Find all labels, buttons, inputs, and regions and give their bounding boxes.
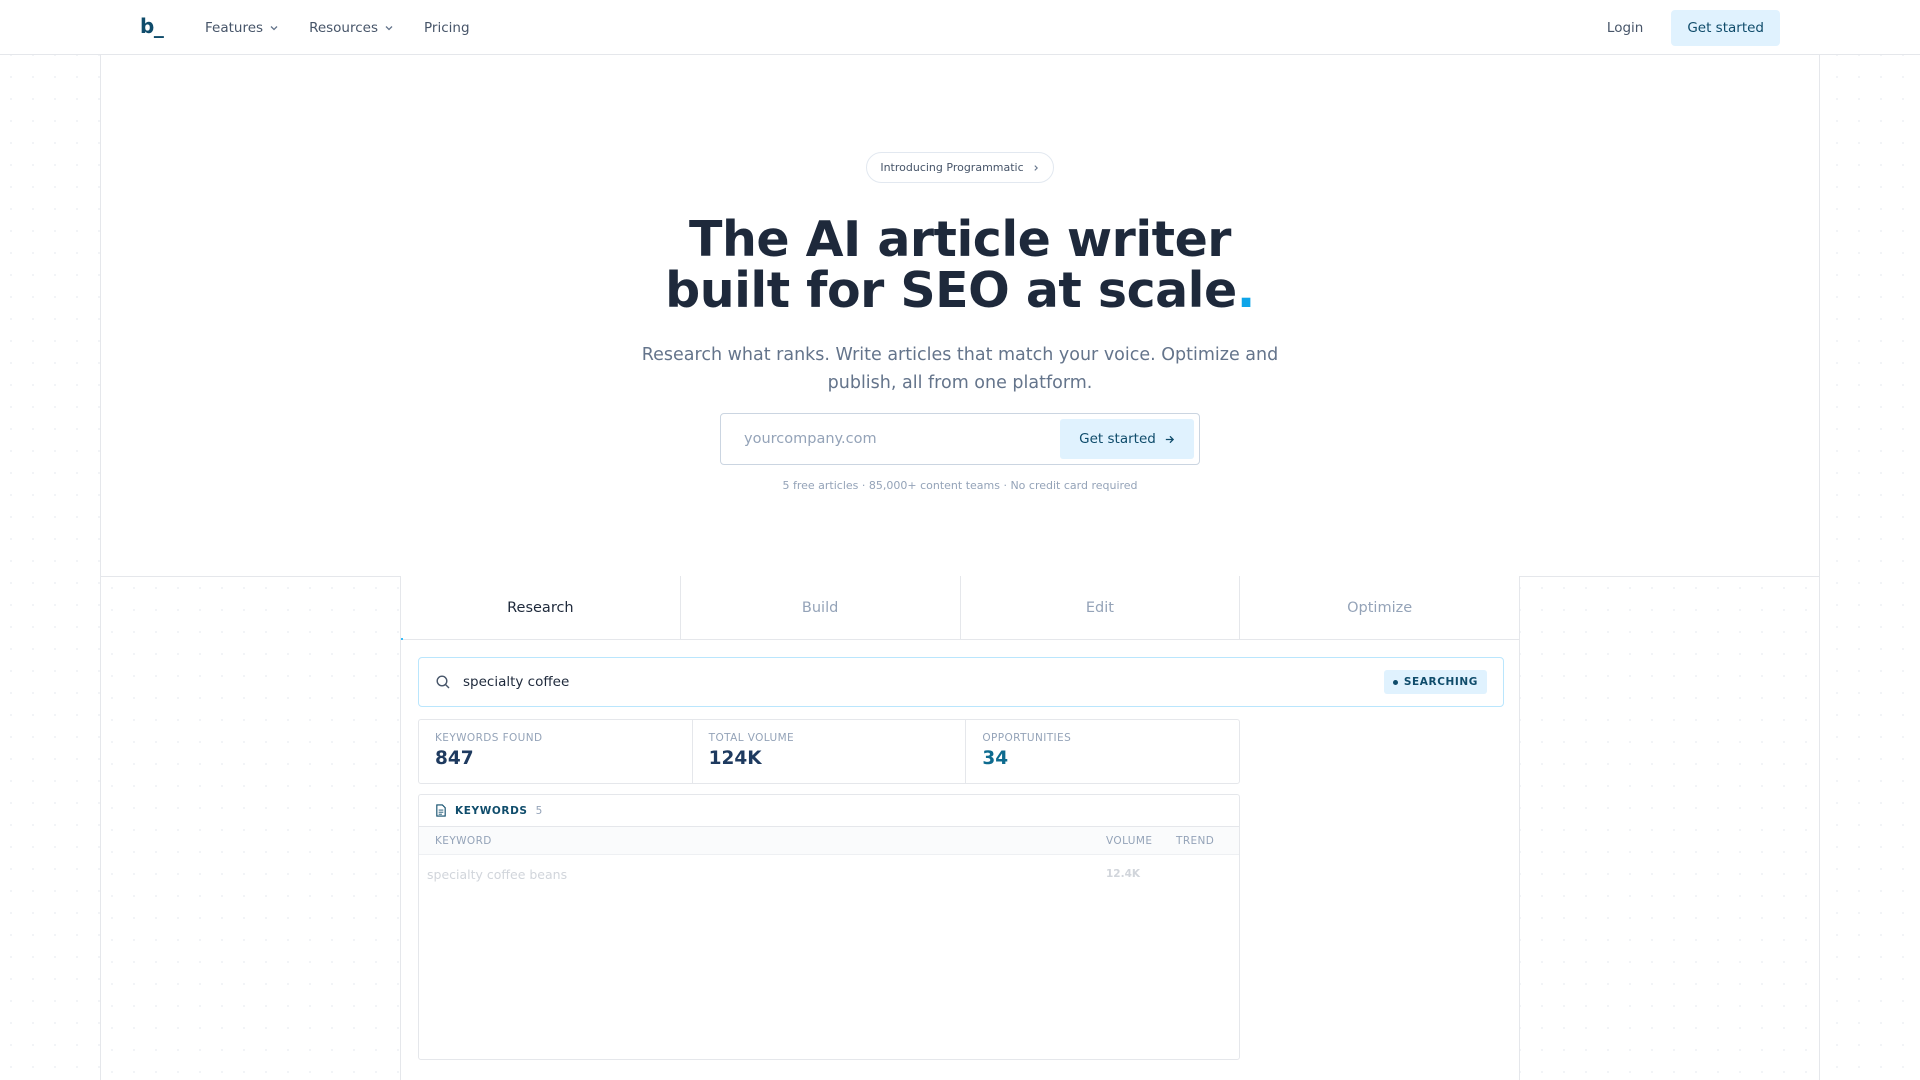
page-title: The AI article writer built for SEO at s… <box>560 214 1360 316</box>
stat-label: TOTAL VOLUME <box>708 732 795 744</box>
get-started-nav-button[interactable]: Get started <box>1671 9 1780 46</box>
logo[interactable]: b_ <box>140 14 164 38</box>
headline-accent-dot: . <box>1236 262 1256 319</box>
status-badge: SEARCHING <box>1383 670 1487 694</box>
signup-form: Get started <box>720 413 1200 465</box>
demo-tabs: Research Build Edit Optimize <box>401 576 1519 640</box>
announcement-pill[interactable]: Introducing Programmatic <box>866 152 1054 183</box>
column-volume: VOLUME <box>1106 834 1153 847</box>
chevron-down-icon <box>270 25 278 30</box>
keyword-search-bar[interactable]: specialty coffee SEARCHING <box>418 657 1504 707</box>
headline-line-2: built for SEO at scale <box>665 262 1237 319</box>
keywords-title: KEYWORDS <box>455 804 528 817</box>
chevron-right-icon <box>1034 164 1038 171</box>
search-icon <box>436 675 450 689</box>
document-icon <box>436 804 446 817</box>
stat-label: KEYWORDS FOUND <box>435 732 543 744</box>
status-badge-label: SEARCHING <box>1403 676 1478 688</box>
keywords-table: KEYWORDS 5 KEYWORD VOLUME TREND specialt… <box>418 794 1240 1060</box>
top-nav: b_ Features Resources Pricing Login Get … <box>0 0 1920 55</box>
status-dot-icon <box>1392 679 1398 685</box>
search-query: specialty coffee <box>463 674 570 690</box>
arrow-right-icon <box>1165 435 1174 443</box>
stat-keywords-found: KEYWORDS FOUND 847 <box>419 720 693 783</box>
product-demo: Research Build Edit Optimize specialty c… <box>400 576 1520 1080</box>
stat-value: 124K <box>708 748 762 769</box>
table-header-row: KEYWORD VOLUME TREND <box>419 827 1239 855</box>
fine-print: 5 free articles · 85,000+ content teams … <box>782 479 1138 492</box>
keyword-cell: specialty coffee beans <box>427 867 568 882</box>
nav-actions: Login Get started <box>1607 0 1780 55</box>
table-row[interactable]: specialty coffee beans 12.4K <box>419 855 1239 895</box>
chevron-down-icon <box>385 25 393 30</box>
stats-row: KEYWORDS FOUND 847 TOTAL VOLUME 124K OPP… <box>418 719 1240 784</box>
volume-cell: 12.4K <box>1106 868 1141 880</box>
get-started-button[interactable]: Get started <box>1060 419 1194 459</box>
column-keyword: KEYWORD <box>435 834 492 847</box>
nav-pricing[interactable]: Pricing <box>424 20 470 36</box>
stat-label: OPPORTUNITIES <box>982 732 1072 744</box>
tab-build[interactable]: Build <box>681 576 961 639</box>
stat-value: 34 <box>982 748 1009 769</box>
hero-subtitle: Research what ranks. Write articles that… <box>641 345 1279 393</box>
login-link[interactable]: Login <box>1607 20 1643 36</box>
announcement-label: Introducing Programmatic <box>880 161 1024 174</box>
nav-resources[interactable]: Resources <box>309 20 394 36</box>
nav-links: Features Resources Pricing <box>205 0 470 55</box>
stat-value: 847 <box>435 748 474 769</box>
domain-input[interactable] <box>722 415 1052 463</box>
stat-total-volume: TOTAL VOLUME 124K <box>693 720 967 783</box>
tab-edit[interactable]: Edit <box>961 576 1241 639</box>
get-started-label: Get started <box>1079 431 1156 447</box>
tab-research[interactable]: Research <box>401 576 681 640</box>
tab-optimize[interactable]: Optimize <box>1240 576 1519 639</box>
nav-resources-label: Resources <box>309 19 379 36</box>
keywords-count: 5 <box>535 804 543 817</box>
keywords-header: KEYWORDS 5 <box>419 795 1239 827</box>
headline-line-1: The AI article writer <box>689 211 1231 268</box>
nav-features[interactable]: Features <box>205 20 279 36</box>
nav-features-label: Features <box>205 19 264 36</box>
column-trend: TREND <box>1176 834 1215 847</box>
stat-opportunities: OPPORTUNITIES 34 <box>966 720 1239 783</box>
